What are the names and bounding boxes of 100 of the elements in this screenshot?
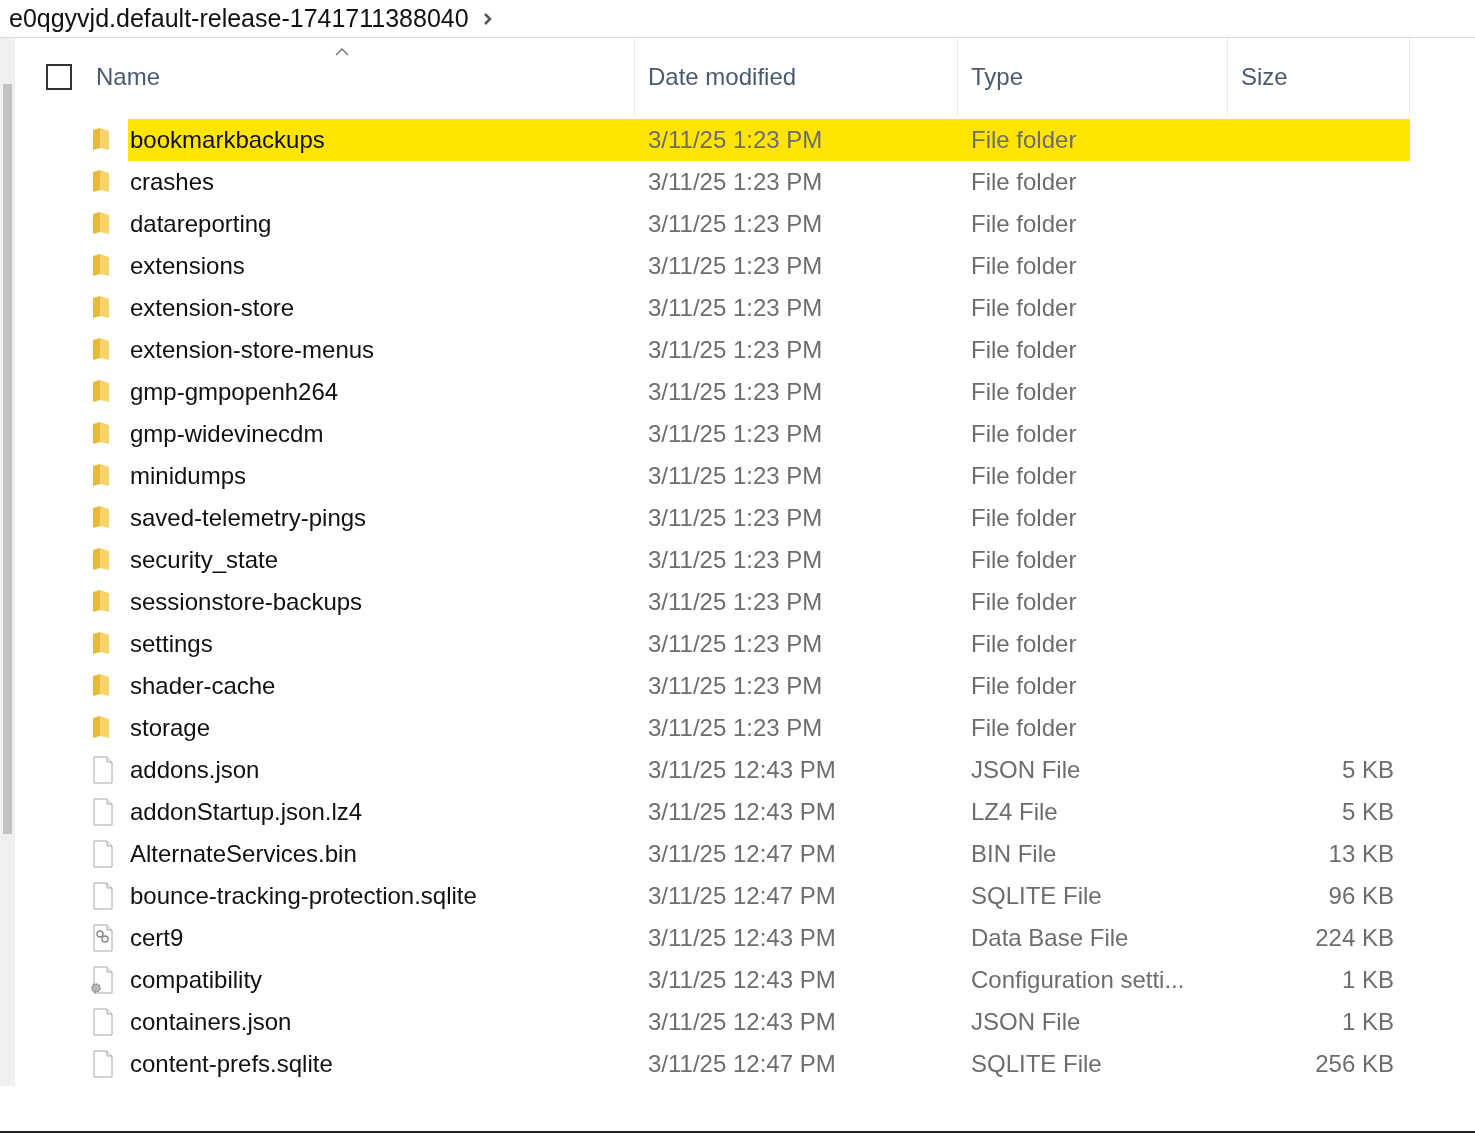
date-modified: 3/11/25 1:23 PM xyxy=(647,252,824,280)
file-name: minidumps xyxy=(129,462,248,490)
scrollbar[interactable] xyxy=(0,38,15,1086)
date-modified: 3/11/25 1:23 PM xyxy=(647,210,824,238)
file-size: 224 KB xyxy=(1314,924,1395,952)
file-type: File folder xyxy=(970,294,1078,322)
file-row[interactable]: shader-cache 3/11/25 1:23 PM File folder xyxy=(128,665,1410,707)
file-name: cert9 xyxy=(129,924,185,952)
date-modified: 3/11/25 1:23 PM xyxy=(647,378,824,406)
date-modified: 3/11/25 12:47 PM xyxy=(647,840,837,868)
folder-icon xyxy=(91,674,111,698)
file-name: extension-store-menus xyxy=(129,336,376,364)
file-type: File folder xyxy=(970,504,1078,532)
folder-icon xyxy=(91,548,111,572)
file-icon xyxy=(91,756,115,784)
breadcrumb-folder[interactable]: e0qgyvjd.default-release-1741711388040 xyxy=(9,4,469,33)
scrollbar-thumb[interactable] xyxy=(3,84,12,834)
file-row[interactable]: extensions 3/11/25 1:23 PM File folder xyxy=(128,245,1410,287)
folder-icon xyxy=(91,464,111,488)
file-row[interactable]: gmp-gmpopenh264 3/11/25 1:23 PM File folder xyxy=(128,371,1410,413)
file-name: addons.json xyxy=(129,756,261,784)
file-name: containers.json xyxy=(129,1008,293,1036)
column-header[interactable]: Name xyxy=(96,38,635,116)
file-row[interactable]: security_state 3/11/25 1:23 PM File folder xyxy=(128,539,1410,581)
folder-icon xyxy=(91,338,111,362)
date-modified: 3/11/25 12:47 PM xyxy=(647,1050,837,1078)
select-all-checkbox[interactable] xyxy=(46,64,72,90)
file-icon xyxy=(91,798,115,826)
file-row[interactable]: gmp-widevinecdm 3/11/25 1:23 PM File folder xyxy=(128,413,1410,455)
file-row[interactable]: AlternateServices.bin 3/11/25 12:47 PM BIN File 13 KB xyxy=(128,833,1410,875)
file-row[interactable]: minidumps 3/11/25 1:23 PM File folder xyxy=(128,455,1410,497)
file-type: File folder xyxy=(970,420,1078,448)
date-modified: 3/11/25 1:23 PM xyxy=(647,336,824,364)
file-name: saved-telemetry-pings xyxy=(129,504,368,532)
file-name: settings xyxy=(129,630,214,658)
sort-caret-icon xyxy=(335,47,349,56)
file-row[interactable]: saved-telemetry-pings 3/11/25 1:23 PM File folder xyxy=(128,497,1410,539)
date-modified: 3/11/25 1:23 PM xyxy=(647,588,824,616)
file-row[interactable]: cert9 3/11/25 12:43 PM Data Base File 224 KB xyxy=(128,917,1410,959)
file-type: File folder xyxy=(970,672,1078,700)
file-row[interactable]: settings 3/11/25 1:23 PM File folder xyxy=(128,623,1410,665)
file-name: storage xyxy=(129,714,212,742)
file-row[interactable]: storage 3/11/25 1:23 PM File folder xyxy=(128,707,1410,749)
file-name: crashes xyxy=(129,168,216,196)
file-row[interactable]: extension-store-menus 3/11/25 1:23 PM File folder xyxy=(128,329,1410,371)
column-header[interactable]: Size xyxy=(1228,38,1410,116)
file-name: addonStartup.json.lz4 xyxy=(129,798,364,826)
date-modified: 3/11/25 12:43 PM xyxy=(647,756,837,784)
file-type: File folder xyxy=(970,252,1078,280)
file-row[interactable]: crashes 3/11/25 1:23 PM File folder xyxy=(128,161,1410,203)
date-modified: 3/11/25 1:23 PM xyxy=(647,504,824,532)
file-type: SQLITE File xyxy=(970,1050,1103,1078)
file-row[interactable]: sessionstore-backups 3/11/25 1:23 PM File folder xyxy=(128,581,1410,623)
file-type: Configuration setti... xyxy=(970,966,1186,994)
file-row[interactable]: bounce-tracking-protection.sqlite 3/11/25 12:47 PM SQLITE File 96 KB xyxy=(128,875,1410,917)
file-type: File folder xyxy=(970,546,1078,574)
file-type: File folder xyxy=(970,630,1078,658)
date-modified: 3/11/25 1:23 PM xyxy=(647,630,824,658)
file-row[interactable]: compatibility 3/11/25 12:43 PM Configuration setti... 1 KB xyxy=(128,959,1410,1001)
file-name: AlternateServices.bin xyxy=(129,840,358,868)
file-type: File folder xyxy=(970,462,1078,490)
file-size: 96 KB xyxy=(1327,882,1395,910)
file-row[interactable]: extension-store 3/11/25 1:23 PM File folder xyxy=(128,287,1410,329)
file-name: datareporting xyxy=(129,210,273,238)
file-row[interactable]: content-prefs.sqlite 3/11/25 12:47 PM SQLITE File 256 KB xyxy=(128,1043,1410,1085)
column-header[interactable]: Type xyxy=(958,38,1228,116)
column-header[interactable]: Date modified xyxy=(635,38,958,116)
folder-icon xyxy=(91,254,111,278)
file-icon xyxy=(91,1050,115,1078)
file-size: 13 KB xyxy=(1327,840,1395,868)
file-size: 1 KB xyxy=(1340,1008,1395,1036)
folder-icon xyxy=(91,632,111,656)
chevron-right-icon[interactable] xyxy=(482,11,493,26)
file-row[interactable]: addons.json 3/11/25 12:43 PM JSON File 5 KB xyxy=(128,749,1410,791)
file-type: File folder xyxy=(970,168,1078,196)
file-name: content-prefs.sqlite xyxy=(129,1050,334,1078)
file-icon xyxy=(91,840,115,868)
file-type: File folder xyxy=(970,336,1078,364)
file-name: extensions xyxy=(129,252,246,280)
file-name: security_state xyxy=(129,546,280,574)
date-modified: 3/11/25 1:23 PM xyxy=(647,546,824,574)
file-row[interactable]: bookmarkbackups 3/11/25 1:23 PM File folder xyxy=(128,119,1410,161)
file-type: File folder xyxy=(970,378,1078,406)
file-size: 5 KB xyxy=(1340,756,1395,784)
file-name: compatibility xyxy=(129,966,264,994)
folder-icon xyxy=(91,506,111,530)
folder-icon xyxy=(91,380,111,404)
file-row[interactable]: addonStartup.json.lz4 3/11/25 12:43 PM LZ4 File 5 KB xyxy=(128,791,1410,833)
folder-icon xyxy=(91,128,111,152)
file-row[interactable]: containers.json 3/11/25 12:43 PM JSON File 1 KB xyxy=(128,1001,1410,1043)
date-modified: 3/11/25 12:43 PM xyxy=(647,966,837,994)
date-modified: 3/11/25 1:23 PM xyxy=(647,294,824,322)
file-name: bounce-tracking-protection.sqlite xyxy=(129,882,478,910)
date-modified: 3/11/25 1:23 PM xyxy=(647,714,824,742)
folder-icon xyxy=(91,422,111,446)
file-row[interactable]: datareporting 3/11/25 1:23 PM File folder xyxy=(128,203,1410,245)
file-type: JSON File xyxy=(970,1008,1082,1036)
file-name: extension-store xyxy=(129,294,296,322)
file-size: 256 KB xyxy=(1314,1050,1395,1078)
file-type: Data Base File xyxy=(970,924,1130,952)
